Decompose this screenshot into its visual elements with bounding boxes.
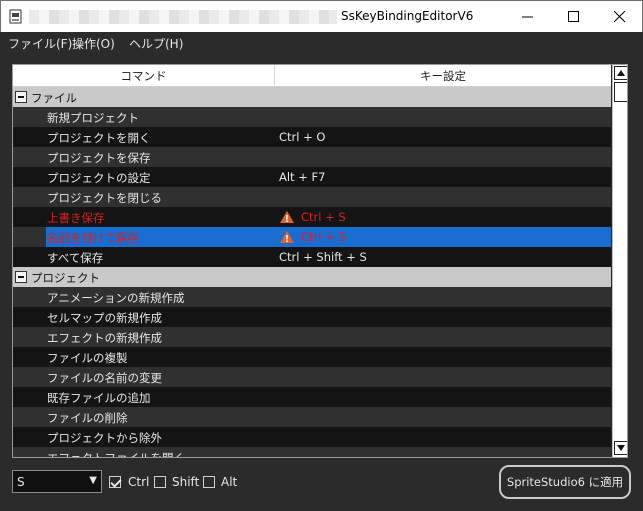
table-row[interactable]: ファイルの名前の変更 (13, 367, 611, 387)
command-cell: すべて保存 (47, 251, 104, 265)
scroll-down-button[interactable] (614, 441, 627, 455)
ctrl-checkbox[interactable] (109, 476, 121, 488)
window-title: SsKeyBindingEditorV6 (341, 9, 474, 23)
app-icon (9, 9, 22, 24)
group-row[interactable]: プロジェクト (13, 267, 611, 287)
table-row[interactable]: プロジェクトを開く Ctrl + O (13, 127, 611, 147)
table-row[interactable]: プロジェクトの設定 Alt + F7 (13, 167, 611, 187)
command-cell: プロジェクトから除外 (47, 431, 162, 445)
command-cell: 名前を付けて保存 (47, 231, 139, 245)
warning-icon (280, 231, 294, 243)
command-cell: ファイルの削除 (47, 411, 128, 425)
collapse-icon[interactable] (15, 91, 27, 103)
vertical-scrollbar[interactable] (612, 65, 627, 457)
grid-rows: ファイル 新規プロジェクト プロジェクトを開く Ctrl + O プロジェクトを保存 プロ… (13, 87, 611, 458)
alt-checkbox[interactable] (203, 476, 215, 488)
group-row[interactable]: ファイル (13, 87, 611, 107)
table-row[interactable]: プロジェクトから除外 (13, 427, 611, 447)
key-cell[interactable]: Alt + F7 (279, 170, 325, 184)
command-cell: プロジェクトを閉じる (47, 191, 162, 205)
column-header-command[interactable]: コマンド (13, 65, 275, 87)
shift-label: Shift (172, 475, 200, 489)
blurred-title-prefix (29, 10, 337, 24)
key-binding-grid[interactable]: コマンド キー設定 ファイル 新規プロジェクト プロジェクトを開く Ctrl + Oプ… (12, 64, 628, 458)
table-row[interactable]: プロジェクトを閉じる (13, 187, 611, 207)
table-row[interactable]: 新規プロジェクト (13, 107, 611, 127)
scroll-thumb[interactable] (614, 82, 627, 102)
minimize-button[interactable] (505, 1, 551, 32)
collapse-icon[interactable] (15, 271, 27, 283)
arrow-up-icon (617, 70, 625, 76)
table-row[interactable]: 名前を付けて保存 Ctrl + S (13, 227, 611, 247)
key-dropdown-value: S (17, 475, 25, 489)
key-cell[interactable]: Ctrl + S (301, 210, 346, 224)
menu-bar: ファイル(F) 操作(O) ヘルプ(H) (0, 32, 643, 52)
table-row[interactable]: アニメーションの新規作成 (13, 287, 611, 307)
table-row[interactable]: ファイルの削除 (13, 407, 611, 427)
command-cell: セルマップの新規作成 (47, 311, 162, 325)
minimize-icon (522, 16, 533, 18)
command-cell: プロジェクトを保存 (47, 151, 151, 165)
command-cell: 上書き保存 (47, 211, 105, 225)
close-button[interactable] (597, 1, 643, 32)
command-cell: エフェクトの新規作成 (47, 331, 162, 345)
scroll-up-button[interactable] (614, 66, 627, 80)
group-label: プロジェクト (31, 271, 100, 285)
menu-file[interactable]: ファイル(F) (8, 35, 72, 52)
warning-icon (280, 211, 294, 223)
group-label: ファイル (31, 91, 77, 105)
command-cell: アニメーションの新規作成 (47, 291, 185, 305)
table-row[interactable]: 上書き保存 Ctrl + S (13, 207, 611, 227)
alt-label: Alt (221, 475, 238, 489)
table-row[interactable]: プロジェクトを保存 (13, 147, 611, 167)
close-icon (614, 11, 626, 23)
grid-header: コマンド キー設定 (13, 65, 611, 87)
apply-button[interactable]: SpriteStudio6 に適用 (499, 465, 631, 499)
table-row[interactable]: 既存ファイルの追加 (13, 387, 611, 407)
dropdown-arrow-icon: ▼ (89, 475, 97, 486)
title-bar[interactable]: SsKeyBindingEditorV6 (0, 0, 643, 32)
command-cell: 新規プロジェクト (47, 111, 139, 125)
ctrl-label: Ctrl (128, 475, 150, 489)
table-row[interactable]: エフェクトの新規作成 (13, 327, 611, 347)
command-cell: ファイルの名前の変更 (47, 371, 162, 385)
key-cell[interactable]: Ctrl + O (279, 130, 325, 144)
command-cell: エフェクトファイルを開く (47, 451, 185, 458)
table-row[interactable]: エフェクトファイルを開く (13, 447, 611, 458)
command-cell: ファイルの複製 (47, 351, 128, 365)
arrow-down-icon (617, 445, 625, 451)
key-cell[interactable]: Ctrl + S (301, 230, 346, 244)
command-cell: 既存ファイルの追加 (47, 391, 151, 405)
maximize-icon (568, 11, 579, 22)
key-cell[interactable]: Ctrl + Shift + S (279, 250, 367, 264)
table-row[interactable]: セルマップの新規作成 (13, 307, 611, 327)
key-dropdown[interactable]: S ▼ (12, 470, 102, 493)
menu-help[interactable]: ヘルプ(H) (129, 35, 183, 52)
maximize-button[interactable] (551, 1, 597, 32)
menu-operation[interactable]: 操作(O) (72, 35, 115, 52)
shift-checkbox[interactable] (154, 476, 166, 488)
table-row[interactable]: すべて保存 Ctrl + Shift + S (13, 247, 611, 267)
table-row[interactable]: ファイルの複製 (13, 347, 611, 367)
command-cell: プロジェクトを開く (47, 131, 151, 145)
column-header-key[interactable]: キー設定 (275, 65, 611, 87)
command-cell: プロジェクトの設定 (47, 171, 151, 185)
